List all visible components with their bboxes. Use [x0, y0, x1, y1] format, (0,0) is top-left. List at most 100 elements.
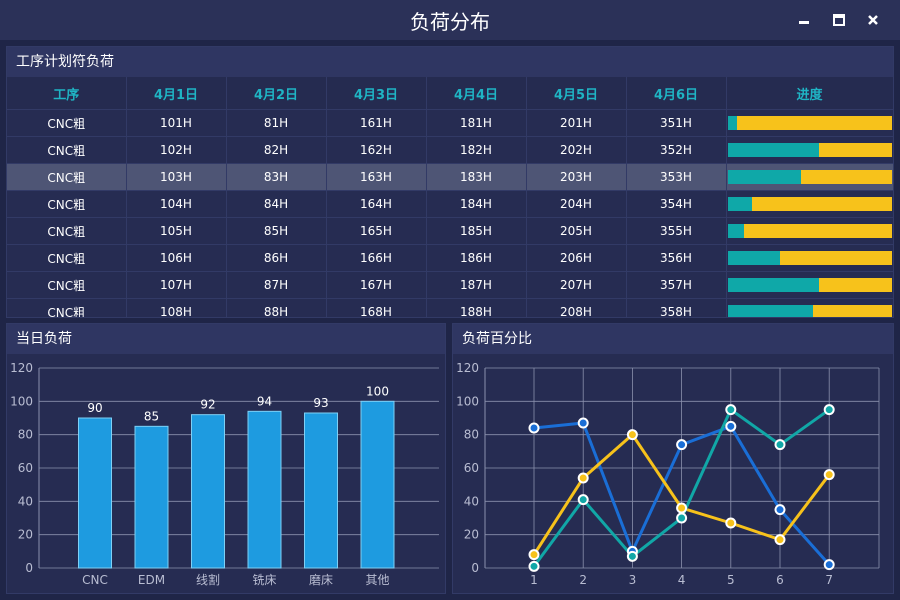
hours-cell: 106H: [126, 244, 227, 272]
series-point[interactable]: [823, 559, 835, 571]
progress-cell: [726, 136, 893, 164]
series-point[interactable]: [676, 502, 688, 514]
bar[interactable]: [78, 417, 112, 569]
bar[interactable]: [191, 414, 225, 569]
hours-cell: 203H: [526, 163, 627, 191]
series-point[interactable]: [676, 439, 688, 451]
series-point[interactable]: [577, 472, 589, 484]
window-title: 负荷分布: [410, 10, 490, 34]
series-point[interactable]: [626, 429, 638, 441]
hours-cell: 201H: [526, 109, 627, 137]
x-tick-label: CNC: [82, 573, 108, 587]
progress-bar: [727, 197, 892, 211]
hours-cell: 102H: [126, 136, 227, 164]
window-titlebar: 负荷分布: [0, 0, 900, 40]
progress-cell: [726, 163, 893, 191]
minimize-button[interactable]: [794, 10, 814, 30]
series-point[interactable]: [626, 550, 638, 562]
bar[interactable]: [134, 425, 169, 569]
column-header-1[interactable]: 4月1日: [126, 77, 227, 110]
series-point[interactable]: [676, 512, 688, 524]
close-button[interactable]: [863, 10, 883, 30]
series-point[interactable]: [528, 560, 540, 572]
hours-cell: 352H: [626, 136, 727, 164]
table-header-row: 工序 4月1日 4月2日 4月3日 4月4日 4月5日 4月6日 进度: [7, 77, 893, 110]
x-tick-label: EDM: [138, 573, 165, 587]
table-row[interactable]: CNC粗 105H 85H 165H 185H 205H 355H: [7, 217, 893, 245]
bar[interactable]: [304, 412, 338, 569]
plan-load-panel: 工序计划符负荷 工序 4月1日 4月2日 4月3日 4月4日 4月5日 4月6日 进度 CNC…: [6, 46, 894, 318]
plan-panel-title: 工序计划符负荷: [7, 47, 893, 77]
progress-bar-fill: [727, 224, 744, 238]
series-point[interactable]: [577, 417, 589, 429]
series-point[interactable]: [725, 517, 737, 529]
hours-cell: 84H: [226, 190, 327, 218]
column-header-3[interactable]: 4月3日: [326, 77, 427, 110]
y-tick-label: 80: [18, 428, 33, 442]
bar[interactable]: [360, 400, 395, 569]
hours-cell: 182H: [426, 136, 527, 164]
progress-bar: [727, 116, 892, 130]
series-point[interactable]: [725, 420, 737, 432]
progress-bar-fill: [727, 278, 820, 292]
hours-cell: 82H: [226, 136, 327, 164]
bar-value-label: 90: [87, 401, 102, 415]
progress-cell: [726, 298, 893, 317]
hours-cell: 355H: [626, 217, 727, 245]
table-row[interactable]: CNC粗 103H 83H 163H 183H 203H 353H: [7, 163, 893, 191]
progress-cell: [726, 109, 893, 137]
table-row[interactable]: CNC粗 102H 82H 162H 182H 202H 352H: [7, 136, 893, 164]
hours-cell: 353H: [626, 163, 727, 191]
bar[interactable]: [247, 410, 282, 569]
column-header-7[interactable]: 进度: [726, 77, 893, 110]
y-tick-label: 120: [456, 361, 479, 375]
progress-bar-fill: [727, 305, 813, 317]
y-tick-label: 0: [25, 561, 33, 575]
progress-cell: [726, 244, 893, 272]
series-point[interactable]: [774, 504, 786, 516]
hours-cell: 105H: [126, 217, 227, 245]
hours-cell: 183H: [426, 163, 527, 191]
progress-bar: [727, 278, 892, 292]
series-point[interactable]: [774, 534, 786, 546]
table-row[interactable]: CNC粗 108H 88H 168H 188H 208H 358H: [7, 298, 893, 317]
series-point[interactable]: [577, 494, 589, 506]
progress-bar: [727, 224, 892, 238]
maximize-button[interactable]: [829, 10, 849, 30]
table-row[interactable]: CNC粗 106H 86H 166H 186H 206H 356H: [7, 244, 893, 272]
hours-cell: 358H: [626, 298, 727, 317]
column-header-0[interactable]: 工序: [7, 77, 127, 110]
hours-cell: 184H: [426, 190, 527, 218]
table-row[interactable]: CNC粗 104H 84H 164H 184H 204H 354H: [7, 190, 893, 218]
process-cell: CNC粗: [7, 109, 127, 137]
hours-cell: 103H: [126, 163, 227, 191]
hours-cell: 163H: [326, 163, 427, 191]
series-point[interactable]: [725, 404, 737, 416]
series-point[interactable]: [823, 404, 835, 416]
hours-cell: 88H: [226, 298, 327, 317]
hours-cell: 168H: [326, 298, 427, 317]
load-percent-line-chart: 0 20 40 60 80 100 120 1 2 3 4 5 6 7: [456, 361, 880, 587]
process-cell: CNC粗: [7, 298, 127, 317]
hours-cell: 204H: [526, 190, 627, 218]
column-header-2[interactable]: 4月2日: [226, 77, 327, 110]
column-header-4[interactable]: 4月4日: [426, 77, 527, 110]
progress-cell: [726, 217, 893, 245]
series-point[interactable]: [528, 422, 540, 434]
progress-bar-fill: [727, 251, 780, 265]
hours-cell: 167H: [326, 271, 427, 299]
hours-cell: 161H: [326, 109, 427, 137]
progress-bar-fill: [727, 170, 802, 184]
series-point[interactable]: [528, 549, 540, 561]
column-header-6[interactable]: 4月6日: [626, 77, 727, 110]
hours-cell: 165H: [326, 217, 427, 245]
series-point[interactable]: [774, 439, 786, 451]
column-header-5[interactable]: 4月5日: [526, 77, 627, 110]
bar-value-label: 94: [257, 394, 272, 408]
y-tick-label: 60: [18, 461, 33, 475]
table-row[interactable]: CNC粗 107H 87H 167H 187H 207H 357H: [7, 271, 893, 299]
x-tick-label: 线割: [196, 572, 220, 587]
series-point[interactable]: [823, 469, 835, 481]
hours-cell: 83H: [226, 163, 327, 191]
table-row[interactable]: CNC粗 101H 81H 161H 181H 201H 351H: [7, 109, 893, 137]
